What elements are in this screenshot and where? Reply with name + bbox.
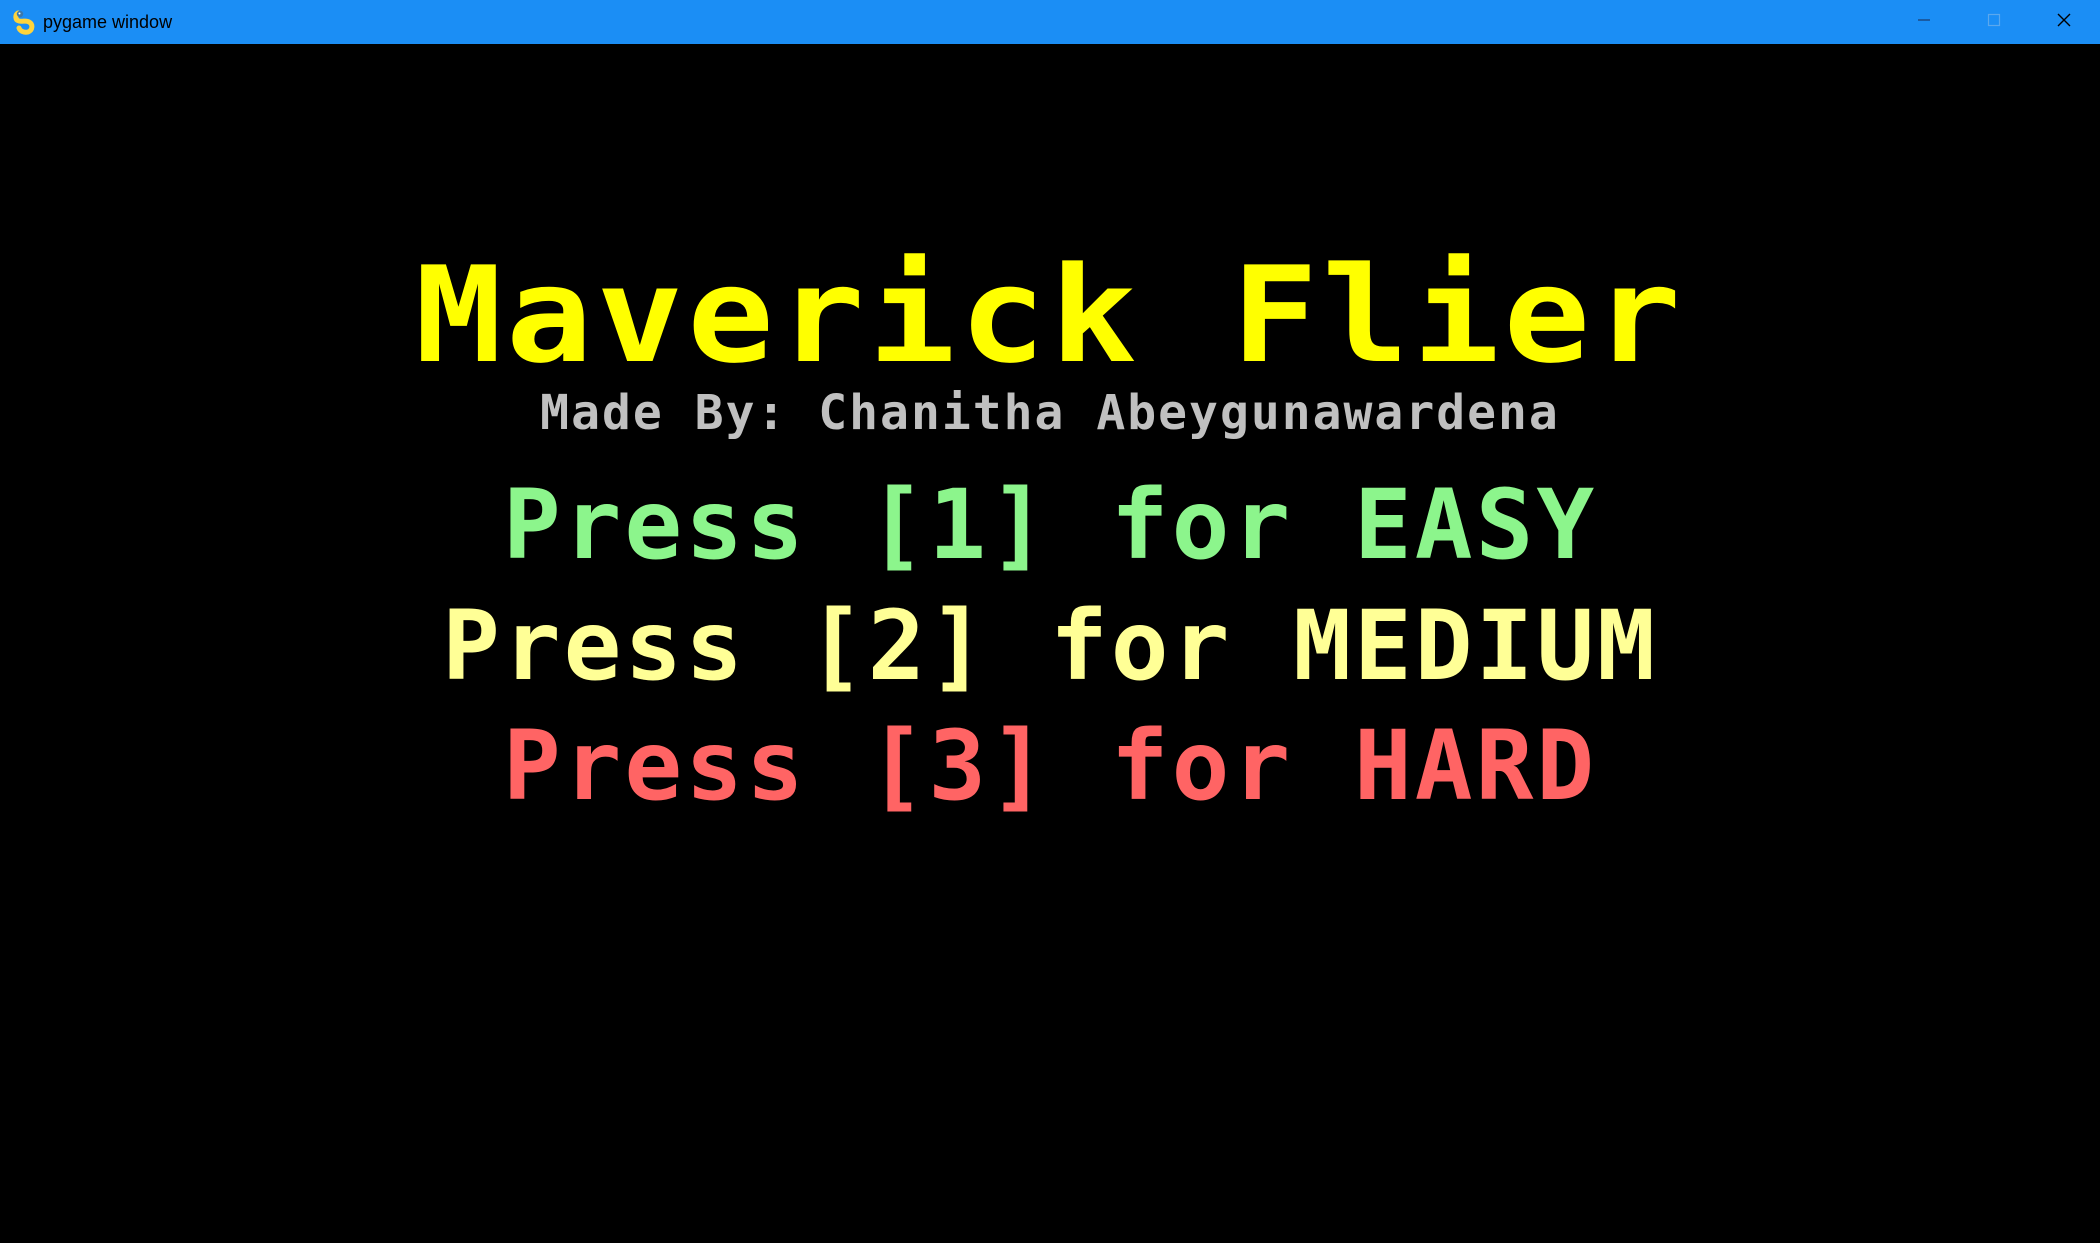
maximize-icon (1986, 12, 2002, 33)
minimize-icon (1916, 12, 1932, 33)
hard-option[interactable]: Press [3] for HARD (0, 711, 2100, 821)
game-window: pygame window Maverick Flier Made By: Ch… (0, 0, 2100, 1243)
pygame-snake-icon (12, 9, 38, 35)
title-bar[interactable]: pygame window (0, 0, 2100, 44)
author-credit: Made By: Chanitha Abeygunawardena (540, 385, 1560, 441)
minimize-button[interactable] (1890, 0, 1958, 44)
close-icon (2056, 12, 2072, 33)
maximize-button[interactable] (1960, 0, 2028, 44)
close-button[interactable] (2030, 0, 2098, 44)
game-canvas[interactable]: Maverick Flier Made By: Chanitha Abeygun… (0, 44, 2100, 1243)
window-title: pygame window (43, 12, 173, 32)
easy-option[interactable]: Press [1] for EASY (0, 470, 2100, 580)
game-title: Maverick Flier (415, 237, 1685, 393)
medium-option[interactable]: Press [2] for MEDIUM (0, 591, 2100, 701)
